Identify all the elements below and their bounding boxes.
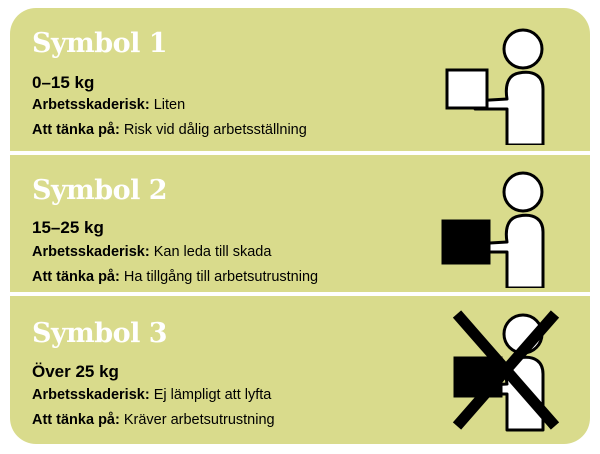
think-label: Att tänka på: bbox=[32, 269, 120, 285]
person-carrying-light-box-icon bbox=[445, 28, 545, 145]
risk-value: Liten bbox=[153, 97, 186, 113]
risk-value: Kan leda till skada bbox=[153, 244, 272, 260]
symbol-1-panel: Symbol 1 0–15 kg Arbetsskaderisk: Liten … bbox=[10, 8, 590, 151]
lifting-symbols-card: Symbol 1 0–15 kg Arbetsskaderisk: Liten … bbox=[10, 8, 590, 444]
think-label: Att tänka på: bbox=[32, 412, 120, 428]
risk-label: Arbetsskaderisk: bbox=[32, 387, 150, 403]
person-carrying-box-crossed-out-icon bbox=[452, 310, 560, 432]
symbol-2-panel: Symbol 2 15–25 kg Arbetsskaderisk: Kan l… bbox=[10, 155, 590, 292]
person-carrying-heavy-box-icon bbox=[441, 171, 545, 288]
symbol-1-title: Symbol 1 bbox=[32, 28, 168, 59]
symbol-2-weight: 15–25 kg bbox=[32, 218, 104, 237]
symbol-3-panel: Symbol 3 Över 25 kg Arbetsskaderisk: Ej … bbox=[10, 296, 590, 444]
symbol-3-think-row: Att tänka på: Kräver arbetsutrustning bbox=[32, 413, 275, 428]
think-label: Att tänka på: bbox=[32, 122, 120, 138]
symbol-2-think-row: Att tänka på: Ha tillgång till arbetsutr… bbox=[32, 270, 318, 285]
symbol-3-title: Symbol 3 bbox=[32, 318, 168, 349]
symbol-3-risk-row: Arbetsskaderisk: Ej lämpligt att lyfta bbox=[32, 388, 271, 403]
think-value: Risk vid dålig arbetsställning bbox=[123, 122, 307, 138]
think-value: Ha tillgång till arbetsutrustning bbox=[123, 269, 319, 285]
symbol-2-title: Symbol 2 bbox=[32, 175, 168, 206]
risk-label: Arbetsskaderisk: bbox=[32, 97, 150, 113]
risk-value: Ej lämpligt att lyfta bbox=[153, 387, 272, 403]
symbol-3-weight: Över 25 kg bbox=[32, 362, 119, 381]
symbol-1-risk-row: Arbetsskaderisk: Liten bbox=[32, 98, 185, 113]
symbol-2-risk-row: Arbetsskaderisk: Kan leda till skada bbox=[32, 245, 271, 260]
think-value: Kräver arbetsutrustning bbox=[123, 412, 275, 428]
risk-label: Arbetsskaderisk: bbox=[32, 244, 150, 260]
symbol-1-think-row: Att tänka på: Risk vid dålig arbetsställ… bbox=[32, 123, 307, 138]
symbol-1-weight: 0–15 kg bbox=[32, 73, 95, 92]
